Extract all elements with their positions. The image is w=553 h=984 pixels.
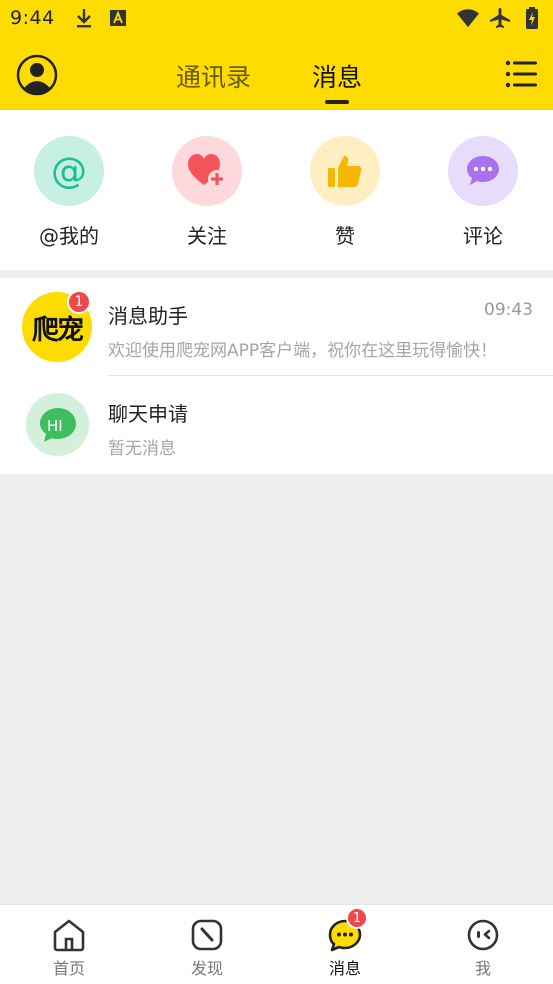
download-icon [73, 7, 95, 29]
battery-charging-icon [521, 7, 543, 29]
message-row-assistant[interactable]: 爬宠 1 消息助手 09:43 欢迎使用爬宠网APP客户端，祝你在这里玩得愉快！ [0, 278, 553, 376]
quick-actions-panel: @ @我的 关注 赞 评论 [0, 110, 553, 270]
nav-unread-badge: 1 [346, 907, 368, 929]
quick-action-comments[interactable]: 评论 [433, 136, 533, 249]
status-time: 9:44 [10, 7, 55, 29]
bottom-navigation: 首页 发现 1 消息 我 [0, 904, 553, 984]
thumbs-up-icon [310, 136, 380, 206]
status-bar: 9:44 [0, 0, 553, 36]
home-icon [51, 917, 87, 953]
comment-icon [448, 136, 518, 206]
user-avatar-icon[interactable] [16, 54, 58, 96]
quick-action-mentions[interactable]: @ @我的 [19, 136, 119, 249]
message-preview: 欢迎使用爬宠网APP客户端，祝你在这里玩得愉快！ [108, 341, 498, 361]
nav-label: 首页 [52, 959, 85, 978]
quick-action-follow[interactable]: 关注 [157, 136, 257, 249]
profile-face-icon [465, 917, 501, 953]
avatar: HI [26, 393, 89, 456]
compass-icon [189, 917, 225, 953]
quick-action-label: 评论 [463, 224, 503, 248]
tab-messages[interactable]: 消息 [312, 58, 362, 94]
wifi-icon [457, 7, 479, 29]
avatar-hi-text: HI [47, 417, 63, 435]
nav-discover[interactable]: 发现 [167, 917, 247, 979]
quick-action-label: @我的 [39, 224, 99, 248]
nav-label: 消息 [328, 959, 361, 978]
nav-me[interactable]: 我 [443, 917, 523, 979]
font-icon [107, 7, 129, 29]
menu-list-icon[interactable] [505, 58, 537, 90]
nav-home[interactable]: 首页 [29, 917, 109, 979]
message-title: 聊天申请 [108, 402, 188, 426]
top-header: 通讯录 消息 [0, 36, 553, 110]
status-right-group [447, 7, 543, 29]
at-icon: @ [34, 136, 104, 206]
active-tab-indicator [325, 100, 349, 104]
chat-bubble-icon: 1 [327, 907, 368, 953]
message-row-chat-request[interactable]: HI 聊天申请 暂无消息 [0, 376, 553, 474]
unread-badge: 1 [67, 290, 91, 314]
quick-action-likes[interactable]: 赞 [295, 136, 395, 249]
message-time: 09:43 [484, 300, 533, 320]
message-title: 消息助手 [108, 304, 188, 328]
quick-action-label: 赞 [335, 224, 355, 248]
heart-plus-icon [172, 136, 242, 206]
message-list: 爬宠 1 消息助手 09:43 欢迎使用爬宠网APP客户端，祝你在这里玩得愉快！… [0, 278, 553, 474]
quick-action-label: 关注 [187, 224, 227, 248]
message-preview: 暂无消息 [108, 439, 176, 459]
nav-label: 我 [474, 959, 491, 978]
tab-contacts[interactable]: 通讯录 [176, 58, 251, 94]
airplane-icon [489, 7, 511, 29]
nav-messages[interactable]: 1 消息 [305, 907, 385, 979]
nav-label: 发现 [190, 959, 223, 978]
